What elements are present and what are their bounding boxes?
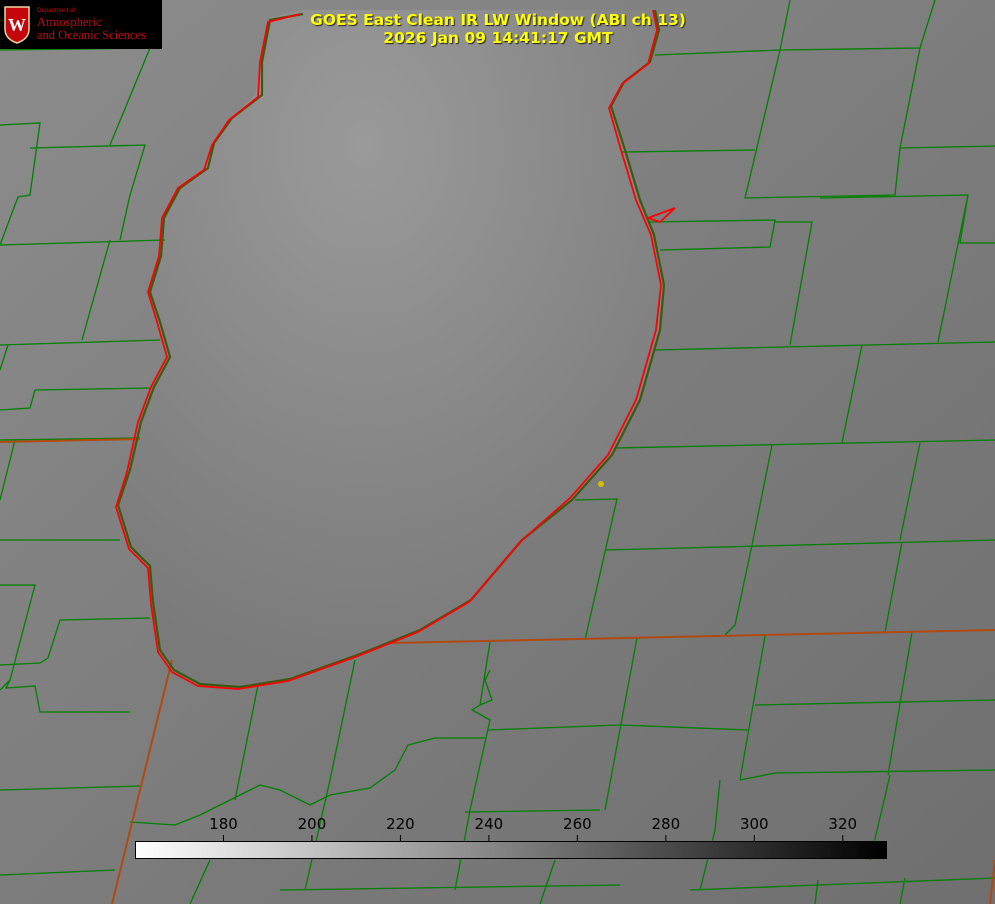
colorbar-tick-label: 260 — [563, 815, 592, 833]
colorbar-tick-label: 280 — [651, 815, 681, 833]
logo-line2: and Oceanic Sciences — [37, 27, 146, 42]
location-marker — [598, 481, 604, 487]
colorbar — [135, 841, 887, 859]
colorbar-tick-label: 200 — [297, 815, 327, 833]
uw-crest-icon: W — [4, 5, 30, 44]
map-title: GOES East Clean IR LW Window (ABI ch 13)… — [298, 11, 698, 47]
colorbar-tick-label: 180 — [209, 815, 238, 833]
colorbar-tick-label: 240 — [474, 815, 504, 833]
colorbar-tick-label: 300 — [739, 815, 769, 833]
satellite-map: W Department of Atmospheric and Oceanic … — [0, 0, 995, 904]
title-line1: GOES East Clean IR LW Window (ABI ch 13) — [310, 11, 686, 29]
map-canvas — [0, 0, 995, 904]
uw-aos-logo: W Department of Atmospheric and Oceanic … — [0, 0, 162, 49]
logo-dept: Department of — [37, 8, 76, 14]
title-line2: 2026 Jan 09 14:41:17 GMT — [383, 29, 613, 47]
logo-line1: Atmospheric — [37, 15, 102, 29]
logo-text: Department of Atmospheric and Oceanic Sc… — [37, 8, 146, 41]
colorbar-tick-label: 220 — [386, 815, 415, 833]
colorbar-tick-label: 320 — [828, 815, 858, 833]
svg-text:W: W — [8, 15, 26, 35]
